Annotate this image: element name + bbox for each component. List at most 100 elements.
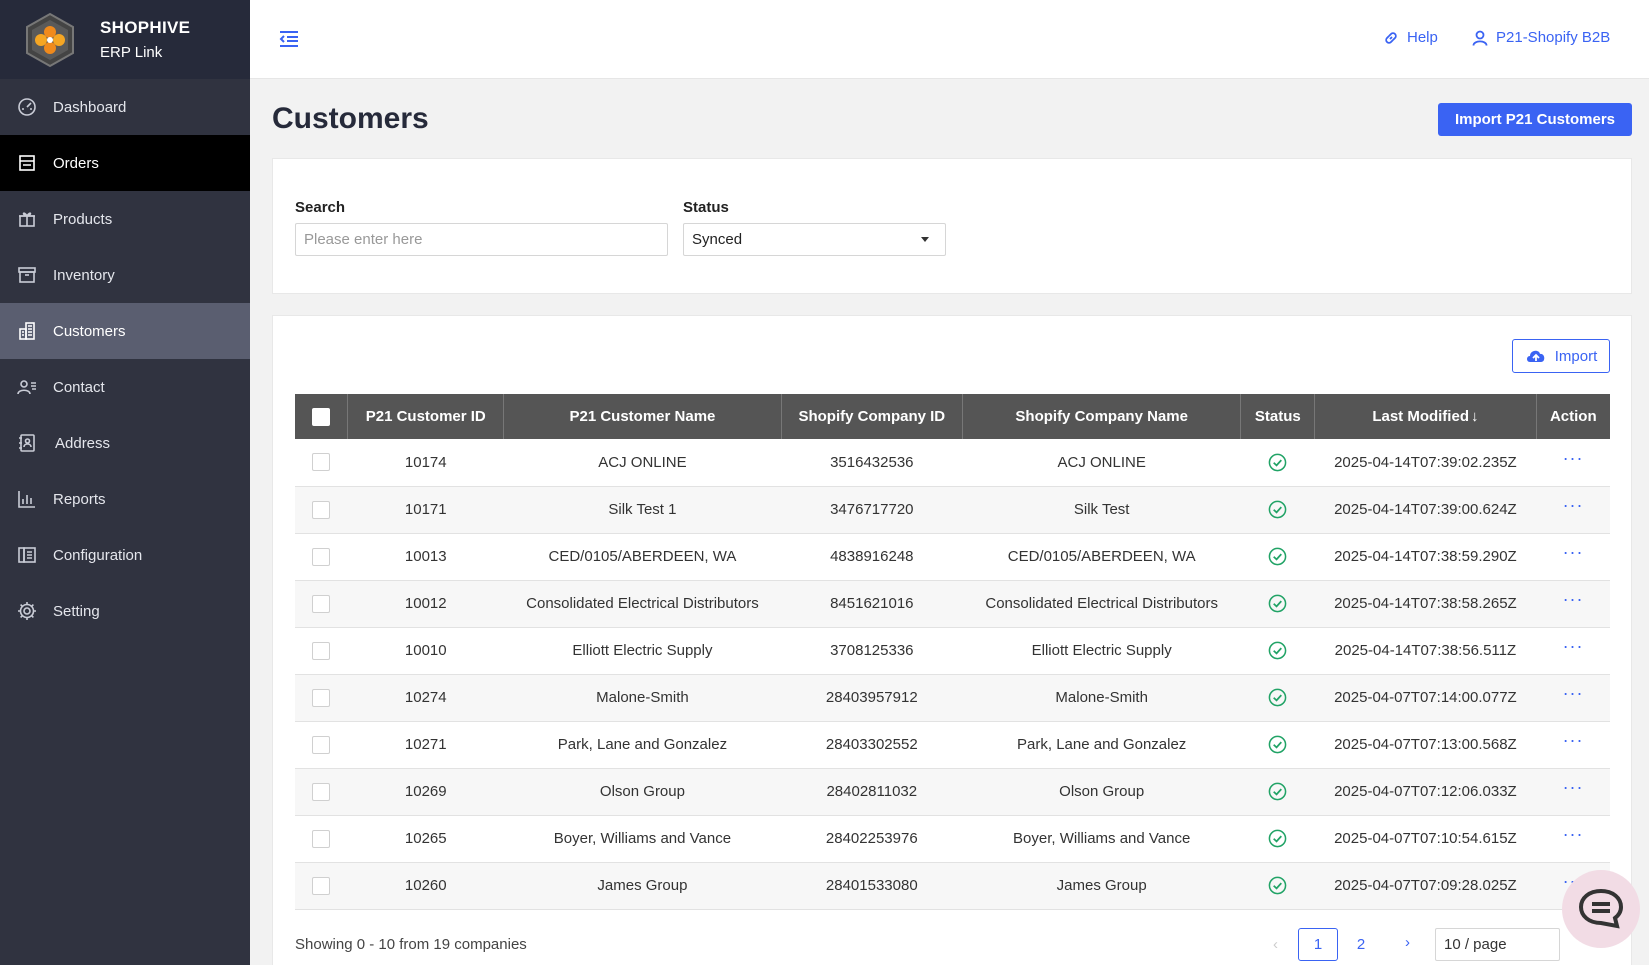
- filter-panel: Search Status Synced: [272, 158, 1632, 294]
- check-circle-icon: [1268, 594, 1287, 613]
- column-header-status: Status: [1240, 394, 1316, 439]
- user-label: P21-Shopify B2B: [1496, 29, 1611, 46]
- action-cell: ···: [1536, 627, 1610, 675]
- row-checkbox[interactable]: [312, 829, 331, 848]
- p21-customer-name: ACJ ONLINE: [503, 439, 782, 487]
- user-menu[interactable]: P21-Shopify B2B: [1472, 29, 1610, 46]
- row-checkbox[interactable]: [312, 500, 331, 519]
- table-row[interactable]: 10265 Boyer, Williams and Vance 2840225397…: [295, 815, 1610, 863]
- status-select[interactable]: Synced: [683, 223, 946, 256]
- more-actions-icon[interactable]: ···: [1563, 730, 1584, 750]
- configuration-icon: [16, 544, 38, 566]
- p21-customer-id: 10010: [347, 627, 504, 675]
- pagination-summary: Showing 0 - 10 from 19 companies: [295, 936, 527, 953]
- shopify-company-name: Park, Lane and Gonzalez: [962, 721, 1241, 769]
- more-actions-icon[interactable]: ···: [1563, 683, 1584, 703]
- row-checkbox[interactable]: [312, 453, 331, 472]
- more-actions-icon[interactable]: ···: [1563, 495, 1584, 515]
- page-2-button[interactable]: 2: [1341, 928, 1381, 961]
- sidebar-item-customers[interactable]: Customers: [0, 303, 250, 359]
- sidebar-item-address[interactable]: Address: [0, 415, 250, 471]
- check-circle-icon: [1268, 735, 1287, 754]
- import-label: Import: [1554, 347, 1598, 365]
- row-checkbox[interactable]: [312, 594, 331, 613]
- row-checkbox-cell: [295, 674, 348, 722]
- import-p21-customers-button[interactable]: Import P21 Customers: [1438, 103, 1632, 136]
- table-body: 10174 ACJ ONLINE 3516432536 ACJ ONLINE 2025-…: [295, 439, 1610, 910]
- next-page-button[interactable]: ›: [1405, 934, 1410, 951]
- p21-customer-name: Silk Test 1: [503, 486, 782, 534]
- p21-customer-id: 10012: [347, 580, 504, 628]
- caret-down-icon: [921, 237, 929, 242]
- shopify-company-id: 8451621016: [781, 580, 963, 628]
- import-button[interactable]: Import: [1512, 339, 1610, 373]
- action-cell: ···: [1536, 815, 1610, 863]
- search-input[interactable]: [295, 223, 668, 256]
- more-actions-icon[interactable]: ···: [1563, 777, 1584, 797]
- row-checkbox-cell: [295, 580, 348, 628]
- last-modified: 2025-04-14T07:38:56.511Z: [1314, 627, 1537, 675]
- last-modified: 2025-04-14T07:39:00.624Z: [1314, 486, 1537, 534]
- more-actions-icon[interactable]: ···: [1563, 448, 1584, 468]
- column-header-p21-name: P21 Customer Name: [503, 394, 782, 439]
- sidebar-item-dashboard[interactable]: Dashboard: [0, 79, 250, 135]
- column-header-last-modified[interactable]: Last Modified ↓: [1314, 394, 1537, 439]
- brand: SHOPHIVE ERP Link: [0, 0, 250, 79]
- bar-chart-icon: [16, 488, 38, 510]
- table-row[interactable]: 10010 Elliott Electric Supply 3708125336 El…: [295, 627, 1610, 675]
- sidebar-item-label: Address: [55, 434, 111, 452]
- table-row[interactable]: 10271 Park, Lane and Gonzalez 28403302552 P…: [295, 721, 1610, 769]
- row-checkbox[interactable]: [312, 547, 331, 566]
- row-checkbox-cell: [295, 862, 348, 910]
- table-row[interactable]: 10171 Silk Test 1 3476717720 Silk Test 2025-…: [295, 486, 1610, 534]
- table-row[interactable]: 10260 James Group 28401533080 James Group 20…: [295, 862, 1610, 910]
- sidebar-item-configuration[interactable]: Configuration: [0, 527, 250, 583]
- table-row[interactable]: 10269 Olson Group 28402811032 Olson Group 20…: [295, 768, 1610, 816]
- row-checkbox[interactable]: [312, 782, 331, 801]
- p21-customer-name: Elliott Electric Supply: [503, 627, 782, 675]
- sidebar-item-products[interactable]: Products: [0, 191, 250, 247]
- table-row[interactable]: 10174 ACJ ONLINE 3516432536 ACJ ONLINE 2025-…: [295, 439, 1610, 487]
- sidebar-item-contact[interactable]: Contact: [0, 359, 250, 415]
- more-actions-icon[interactable]: ···: [1563, 589, 1584, 609]
- sort-descending-icon[interactable]: ↓: [1471, 408, 1479, 425]
- sidebar-item-setting[interactable]: Setting: [0, 583, 250, 639]
- select-all-checkbox[interactable]: [312, 407, 331, 426]
- prev-page-button[interactable]: ‹: [1273, 936, 1278, 953]
- table-row[interactable]: 10274 Malone-Smith 28403957912 Malone-Smith…: [295, 674, 1610, 722]
- row-checkbox[interactable]: [312, 688, 331, 707]
- row-checkbox[interactable]: [312, 876, 331, 895]
- sidebar-item-label: Setting: [53, 602, 100, 620]
- last-modified: 2025-04-07T07:12:06.033Z: [1314, 768, 1537, 816]
- check-circle-icon: [1268, 688, 1287, 707]
- more-actions-icon[interactable]: ···: [1563, 824, 1584, 844]
- shopify-company-id: 3476717720: [781, 486, 963, 534]
- sidebar-item-orders[interactable]: Orders: [0, 135, 250, 191]
- shopify-company-id: 28403302552: [781, 721, 963, 769]
- shopify-company-id: 3708125336: [781, 627, 963, 675]
- help-link[interactable]: Help: [1383, 29, 1438, 46]
- check-circle-icon: [1268, 782, 1287, 801]
- row-checkbox[interactable]: [312, 641, 331, 660]
- page-1-button[interactable]: 1: [1298, 928, 1338, 961]
- p21-customer-name: Malone-Smith: [503, 674, 782, 722]
- p21-customer-id: 10265: [347, 815, 504, 863]
- row-checkbox[interactable]: [312, 735, 331, 754]
- more-actions-icon[interactable]: ···: [1563, 636, 1584, 656]
- p21-customer-id: 10274: [347, 674, 504, 722]
- action-cell: ···: [1536, 580, 1610, 628]
- table-row[interactable]: 10012 Consolidated Electrical Distributor…: [295, 580, 1610, 628]
- gift-icon: [16, 208, 38, 230]
- more-actions-icon[interactable]: ···: [1563, 542, 1584, 562]
- sidebar-item-reports[interactable]: Reports: [0, 471, 250, 527]
- shophive-logo-icon: [26, 12, 74, 67]
- sidebar-item-inventory[interactable]: Inventory: [0, 247, 250, 303]
- page-size-select[interactable]: 10 / page: [1435, 928, 1560, 961]
- collapse-sidebar-button[interactable]: [278, 28, 300, 50]
- chat-support-button[interactable]: [1562, 870, 1640, 948]
- page-title: Customers: [272, 102, 429, 135]
- status-cell: [1240, 486, 1315, 534]
- table-row[interactable]: 10013 CED/0105/ABERDEEN, WA 4838916248 CED/…: [295, 533, 1610, 581]
- last-modified-label: Last Modified: [1372, 408, 1469, 425]
- p21-customer-name: Olson Group: [503, 768, 782, 816]
